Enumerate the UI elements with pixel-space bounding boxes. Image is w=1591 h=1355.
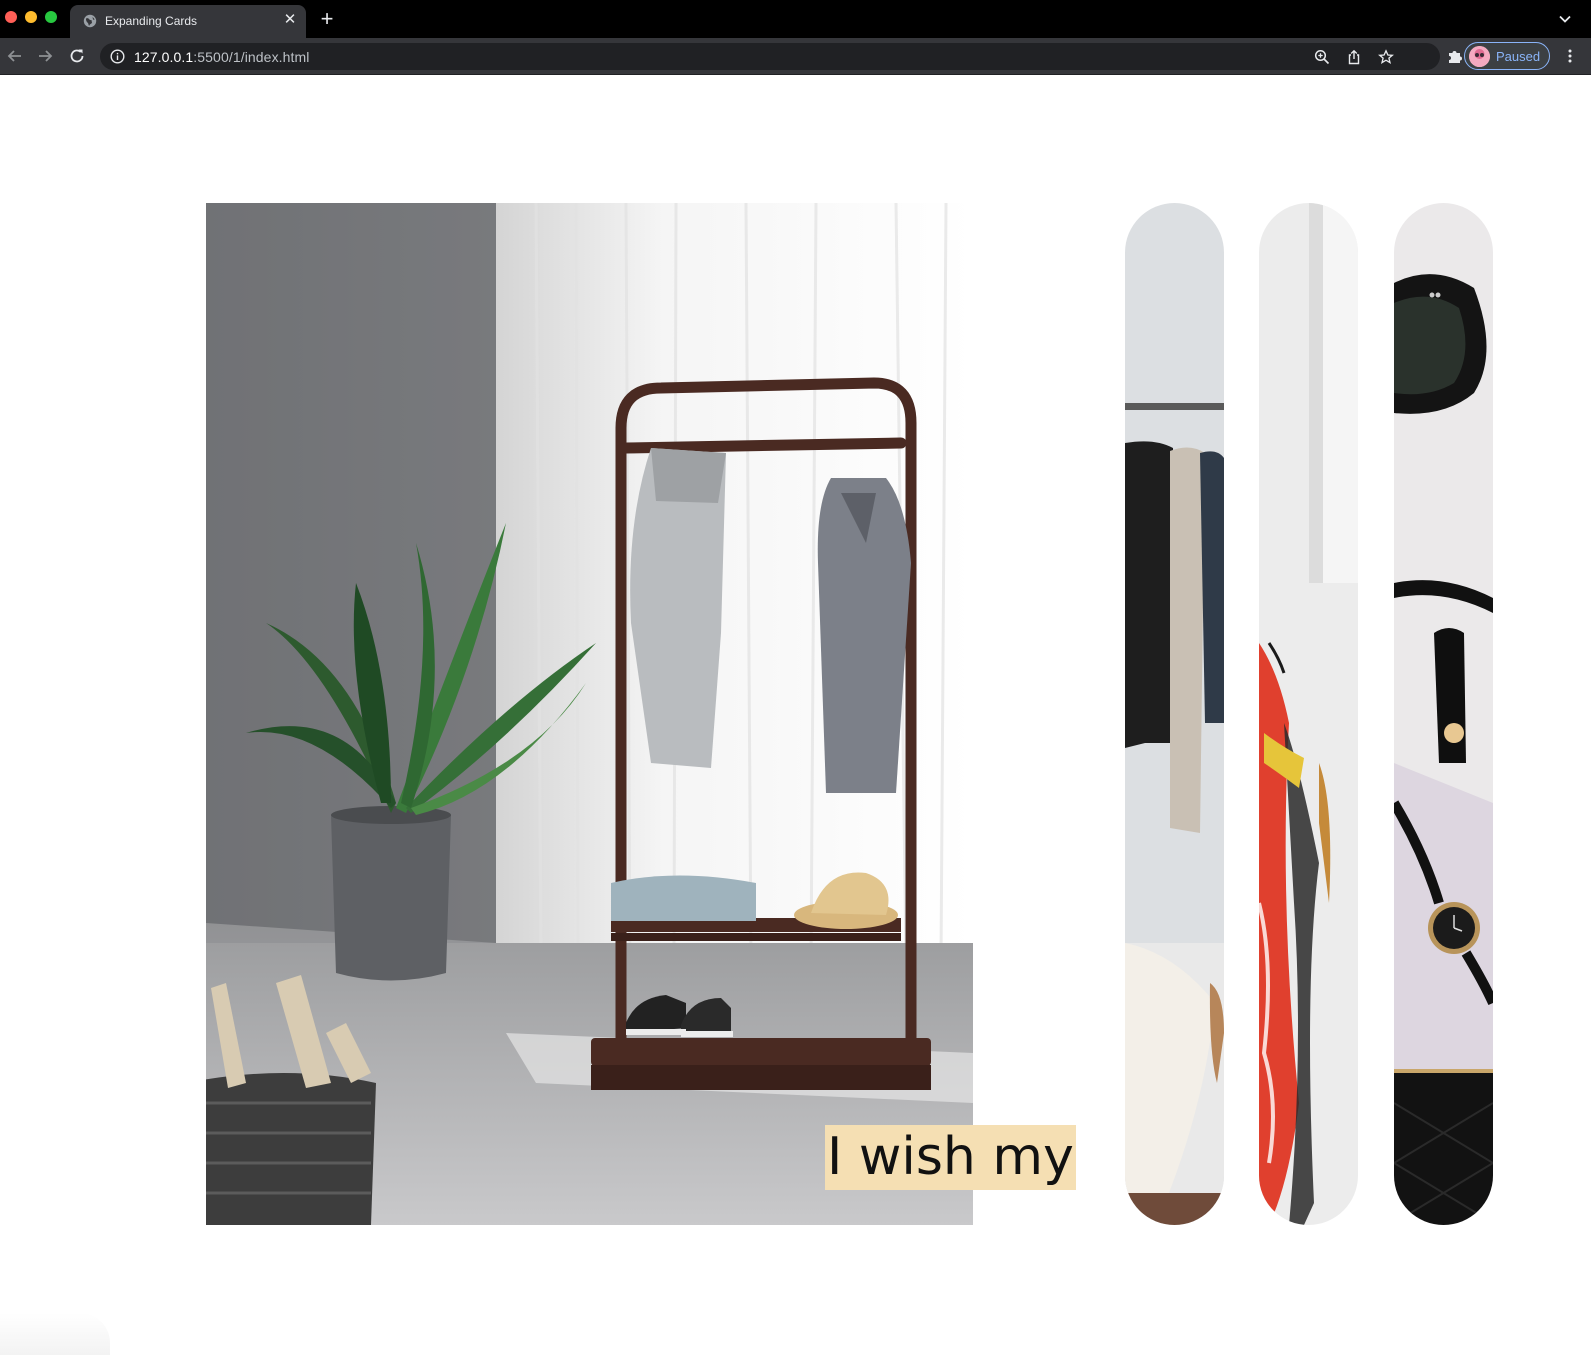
sunglasses-and-watch-photo xyxy=(1394,203,1493,1225)
fashion-illustration-photo xyxy=(1259,203,1358,1225)
hanging-jackets-photo xyxy=(1125,203,1224,1225)
browser-toolbar: 127.0.0.1:5500/1/index.html Paused xyxy=(0,38,1591,75)
page-viewport: I wish my xyxy=(0,75,1591,1355)
tab-strip: Expanding Cards ✕ + xyxy=(0,0,1591,38)
profile-button[interactable]: Paused xyxy=(1464,42,1550,70)
clothes-rack-photo xyxy=(206,203,973,1225)
tab-title: Expanding Cards xyxy=(105,14,198,28)
close-icon[interactable]: ✕ xyxy=(282,12,298,28)
reload-icon[interactable] xyxy=(68,47,86,65)
browser-tab[interactable]: Expanding Cards ✕ xyxy=(70,5,306,38)
page-corner-shadow xyxy=(0,1313,110,1355)
chevron-down-icon[interactable] xyxy=(1558,12,1572,26)
extensions-icon[interactable] xyxy=(1446,47,1464,65)
profile-status: Paused xyxy=(1496,49,1541,64)
address-bar[interactable]: 127.0.0.1:5500/1/index.html xyxy=(100,43,1440,70)
url-text: 127.0.0.1:5500/1/index.html xyxy=(134,49,310,65)
url-path: :5500/1/index.html xyxy=(193,49,310,65)
plus-icon[interactable]: + xyxy=(318,8,336,30)
panel-sunglasses-and-watch[interactable] xyxy=(1394,203,1493,1225)
url-host: 127.0.0.1 xyxy=(134,49,194,65)
avatar xyxy=(1469,46,1490,67)
star-icon[interactable] xyxy=(1378,49,1394,65)
kebab-menu-icon[interactable] xyxy=(1562,48,1578,64)
panel-clothes-rack-and-plant[interactable] xyxy=(206,203,973,1225)
close-window-button[interactable] xyxy=(5,11,17,23)
info-icon[interactable] xyxy=(110,49,125,64)
maximize-window-button[interactable] xyxy=(45,11,57,23)
panel-hanging-jackets[interactable] xyxy=(1125,203,1224,1225)
globe-icon xyxy=(83,14,97,28)
arrow-right-icon[interactable] xyxy=(36,47,54,65)
active-panel-caption: I wish my xyxy=(825,1125,1076,1190)
minimize-window-button[interactable] xyxy=(25,11,37,23)
arrow-left-icon[interactable] xyxy=(6,47,24,65)
share-icon[interactable] xyxy=(1346,49,1362,65)
panel-fashion-illustration[interactable] xyxy=(1259,203,1358,1225)
zoom-icon[interactable] xyxy=(1314,49,1330,65)
